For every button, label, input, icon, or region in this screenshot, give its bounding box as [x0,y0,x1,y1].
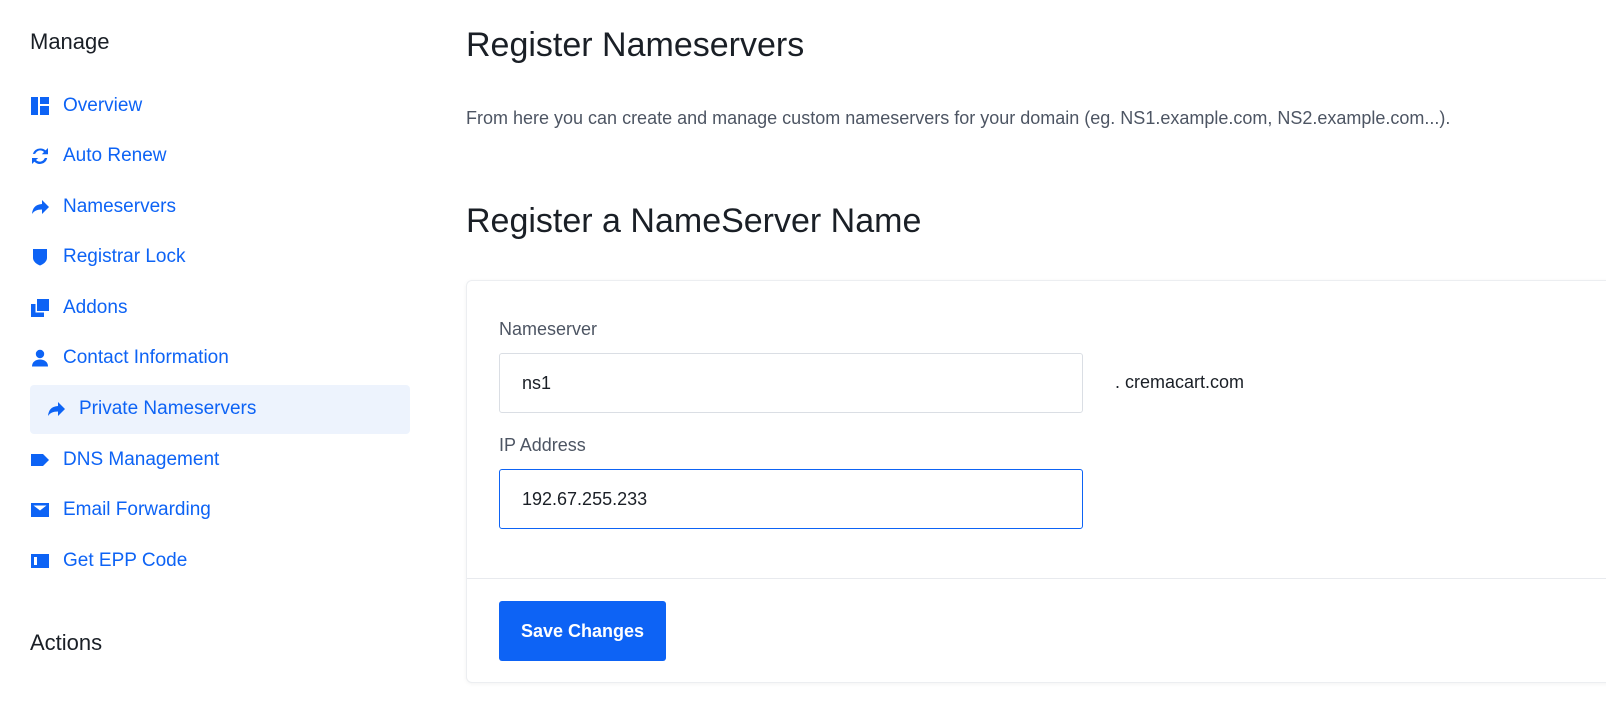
tag-icon [30,450,50,470]
clone-icon [30,298,50,318]
sidebar-item-label: Contact Information [63,347,229,369]
share-arrow-icon [46,399,66,419]
sidebar-item-label: Email Forwarding [63,499,211,521]
sidebar-item-contact-information[interactable]: Contact Information [30,334,410,383]
sidebar-item-label: Auto Renew [63,145,167,167]
shield-icon [30,247,50,267]
sidebar-item-label: Addons [63,296,128,318]
sidebar-item-nameservers[interactable]: Nameservers [30,182,410,231]
user-icon [30,348,50,368]
sidebar-item-addons[interactable]: Addons [30,283,410,332]
save-changes-button[interactable]: Save Changes [499,601,666,661]
sidebar-item-overview[interactable]: Overview [30,81,410,130]
section-title: Register a NameServer Name [466,202,922,240]
sidebar-item-label: Overview [63,94,143,116]
sidebar-item-label: Get EPP Code [63,549,188,571]
nameserver-input[interactable] [499,353,1083,413]
page-title: Register Nameservers [466,26,805,64]
sidebar-nav: Overview Auto Renew Nameservers Registra… [30,81,410,587]
form-divider [467,578,1606,579]
sidebar-item-email-forwarding[interactable]: Email Forwarding [30,486,410,535]
nameserver-label: Nameserver [499,319,598,339]
sidebar-item-label: DNS Management [63,448,220,470]
sidebar-item-auto-renew[interactable]: Auto Renew [30,132,410,181]
ip-address-label: IP Address [499,435,586,455]
sidebar-item-label: Registrar Lock [63,246,186,268]
domain-suffix: . cremacart.com [1115,372,1245,392]
sync-icon [30,146,50,166]
sidebar-item-dns-management[interactable]: DNS Management [30,435,410,484]
actions-heading: Actions [30,630,103,655]
page-description: From here you can create and manage cust… [466,108,1451,128]
manage-heading: Manage [30,29,110,54]
id-card-icon [30,551,50,571]
sidebar-item-label: Nameservers [63,195,176,217]
register-nameserver-form: Nameserver . cremacart.com IP Address Sa… [466,280,1606,683]
sidebar-item-get-epp-code[interactable]: Get EPP Code [30,536,410,585]
sidebar-item-private-nameservers[interactable]: Private Nameservers [30,384,410,434]
ip-address-input[interactable] [499,469,1083,529]
envelope-icon [30,500,50,520]
sidebar-item-registrar-lock[interactable]: Registrar Lock [30,233,410,282]
share-arrow-icon [30,197,50,217]
dashboard-icon [30,96,50,116]
sidebar-item-label: Private Nameservers [79,398,257,420]
